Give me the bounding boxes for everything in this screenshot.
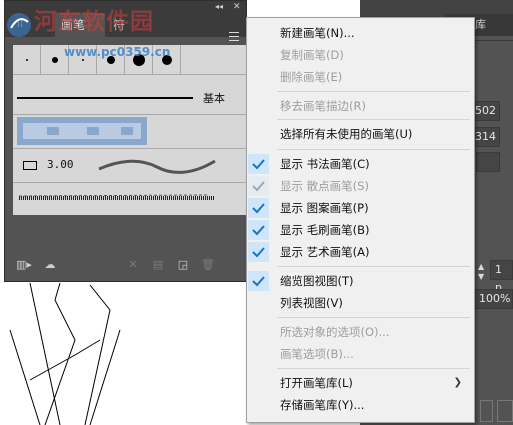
brush-libraries-icon[interactable]: ▥▸ (15, 257, 33, 273)
dropdown-field[interactable] (476, 152, 500, 172)
opacity-field[interactable]: 100% (474, 289, 513, 309)
stroke-weight-field[interactable]: 1 p (490, 260, 513, 294)
menu-item-show-art[interactable]: 显示 艺术画笔(A) (247, 241, 474, 263)
watermark-url: www.pc0359.cn (64, 45, 171, 59)
check-icon (248, 271, 269, 291)
watermark: 河东软件园 www.pc0359.cn (0, 0, 250, 62)
menu-separator (277, 91, 470, 92)
basic-stroke-preview (17, 97, 193, 99)
brush-list: 基本 3.00 (13, 45, 249, 215)
menu-item-show-calligraphic[interactable]: 显示 书法画笔(C) (247, 153, 474, 175)
check-icon (248, 198, 269, 218)
brush-row-basic[interactable]: 基本 (13, 81, 249, 115)
menu-separator (277, 368, 470, 369)
panel-button[interactable] (480, 400, 493, 422)
check-icon (248, 242, 269, 262)
panel-footer: ▥▸ ☁ ✕ ▤ ◲ 🗑 (5, 253, 246, 281)
brush-row-bristle[interactable] (13, 183, 249, 215)
submenu-arrow-icon: ❯ (453, 377, 462, 388)
menu-separator (277, 317, 470, 318)
menu-item-new-brush[interactable]: 新建画笔(N)... (247, 22, 474, 44)
menu-item-remove-brush-stroke[interactable]: 移去画笔描边(R) (247, 95, 474, 117)
basic-brush-label: 基本 (203, 92, 225, 105)
brush-row-art[interactable]: 3.00 (13, 149, 249, 183)
watermark-title: 河东软件园 (34, 8, 154, 35)
remove-stroke-icon[interactable]: ✕ (125, 257, 141, 273)
brush-size-label: 3.00 (47, 158, 74, 171)
libraries-panel-icon[interactable]: ☁ (41, 257, 59, 273)
stroke-stepper[interactable]: ▲ ▼ (478, 262, 488, 282)
menu-item-save-brush-library[interactable]: 存储画笔库(Y)... (247, 394, 474, 416)
menu-item-show-pattern[interactable]: 显示 图案画笔(P) (247, 197, 474, 219)
delete-icon[interactable]: 🗑 (200, 257, 216, 273)
menu-item-show-scatter[interactable]: 显示 散点画笔(S) (247, 175, 474, 197)
check-icon (248, 154, 269, 174)
pattern-brush-preview (17, 117, 147, 145)
menu-item-brush-options[interactable]: 画笔选项(B)... (247, 343, 474, 365)
menu-item-open-brush-library[interactable]: 打开画笔库(L) ❯ (247, 372, 474, 394)
brush-type-icon (23, 161, 37, 170)
bristle-stroke-preview (18, 194, 215, 200)
wave-stroke-preview (98, 159, 216, 174)
new-brush-icon[interactable]: ◲ (175, 257, 191, 273)
menu-separator (277, 119, 470, 120)
menu-item-selected-object-options[interactable]: 所选对象的选项(O)... (247, 321, 474, 343)
panel-button[interactable] (497, 400, 513, 422)
check-icon (248, 176, 269, 196)
options-icon[interactable]: ▤ (150, 257, 166, 273)
menu-item-delete-brush[interactable]: 删除画笔(E) (247, 66, 474, 88)
menu-item-duplicate-brush[interactable]: 复制画笔(D) (247, 44, 474, 66)
menu-separator (277, 266, 470, 267)
menu-item-show-bristle[interactable]: 显示 毛刷画笔(B) (247, 219, 474, 241)
menu-item-select-all-unused[interactable]: 选择所有未使用的画笔(U) (247, 123, 474, 145)
brush-row-pattern[interactable] (13, 115, 249, 149)
menu-separator (277, 149, 470, 150)
brushes-panel-menu: 新建画笔(N)... 复制画笔(D) 删除画笔(E) 移去画笔描边(R) 选择所… (246, 17, 475, 423)
menu-item-list-view[interactable]: 列表视图(V) (247, 292, 474, 314)
check-icon (248, 220, 269, 240)
watermark-logo-icon (7, 13, 31, 37)
menu-item-thumbnail-view[interactable]: 缩览图视图(T) (247, 270, 474, 292)
